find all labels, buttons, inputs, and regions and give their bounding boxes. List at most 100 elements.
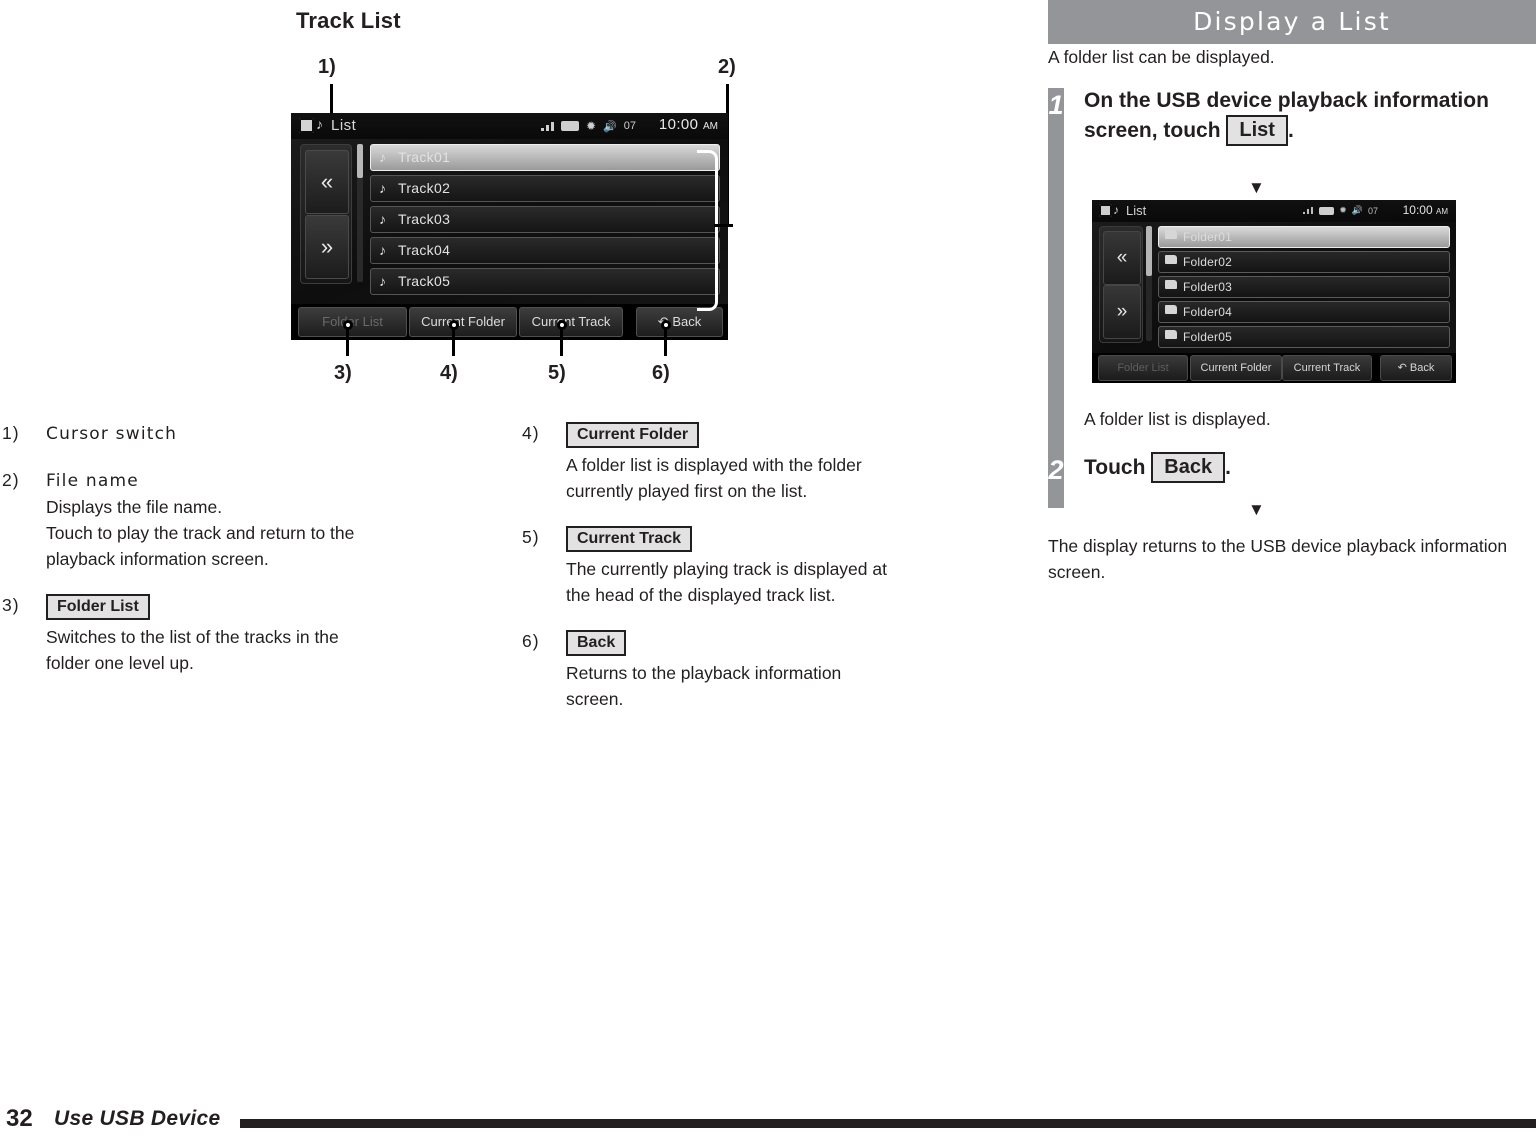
scroll-up-button[interactable]: « [1103, 231, 1141, 285]
list-item[interactable]: Folder01 [1158, 226, 1450, 248]
step-number-2: 2 [1048, 453, 1064, 487]
figure-area: Track List 1) 2) ♪ List ✹ 🔊 07 10:00 AM [0, 0, 1030, 1143]
item-content: Folder List Switches to the list of the … [46, 592, 502, 676]
footer-rule [240, 1119, 1536, 1128]
explanation-item: 2) File name Displays the file name. Tou… [2, 467, 502, 572]
step-2-text: Touch [1084, 456, 1146, 479]
back-button[interactable]: ↶ Back [636, 307, 723, 337]
signal-icon [1303, 207, 1315, 214]
keycap-list[interactable]: List [1226, 115, 1288, 146]
back-arrow-icon: ↶ [1397, 362, 1407, 374]
leader-line-5 [560, 328, 563, 356]
list-item-label: Track03 [398, 211, 451, 227]
item-desc-line: playback information screen. [46, 549, 269, 569]
list-item[interactable]: Folder04 [1158, 301, 1450, 323]
music-note-icon: ♪ [379, 273, 386, 289]
scrollbar-thumb[interactable] [1146, 226, 1152, 276]
list-item[interactable]: Folder05 [1158, 326, 1450, 348]
item-content: Cursor switch [46, 420, 502, 447]
item-number: 4) [522, 423, 540, 443]
item-desc-line: The currently playing track is displayed… [566, 559, 887, 579]
list-item[interactable]: Folder02 [1158, 251, 1450, 273]
item-desc-line: Displays the file name. [46, 497, 223, 517]
list-item[interactable]: ♪ Track03 [370, 206, 720, 233]
screen-body: « » Folder01 Folder02 Folder03 Folder04 … [1092, 222, 1456, 353]
step-1-title: On the USB device playback information s… [1084, 86, 1536, 146]
back-button[interactable]: ↶ Back [1380, 355, 1452, 381]
list-item[interactable]: ♪ Track01 [370, 144, 720, 171]
scroll-down-button[interactable]: » [1103, 285, 1141, 339]
screen-body: « » ♪ Track01 ♪ Track02 ♪ Track03 ♪ Trac… [291, 139, 728, 304]
item-number: 2) [2, 470, 20, 490]
callout-bracket-2 [697, 150, 718, 311]
current-folder-button[interactable]: Current Folder [409, 307, 517, 337]
step-2-result: The display returns to the USB device pl… [1048, 536, 1508, 582]
folder-list: Folder01 Folder02 Folder03 Folder04 Fold… [1158, 226, 1450, 351]
step-rail [1048, 88, 1064, 508]
clock: 10:00 AM [1403, 203, 1448, 217]
keycap-current-folder[interactable]: Current Folder [566, 422, 700, 448]
current-folder-button[interactable]: Current Folder [1190, 355, 1282, 381]
list-item-label: Track05 [398, 273, 451, 289]
current-track-button[interactable]: Current Track [1282, 355, 1372, 381]
procedure-column: Display a List A folder list can be disp… [1048, 0, 1536, 1143]
item-desc-line: Switches to the list of the tracks in th… [46, 627, 339, 647]
folder-list-button[interactable]: Folder List [1098, 355, 1188, 381]
scrollbar[interactable] [357, 144, 363, 282]
item-number: 3) [2, 595, 20, 615]
callout-label-5: 5) [548, 362, 566, 384]
cursor-switch[interactable]: « » [1099, 226, 1143, 343]
folder-icon [1165, 255, 1177, 264]
list-item-label: Track04 [398, 242, 451, 258]
explanation-item: 1) Cursor switch [2, 420, 502, 447]
back-button-label: Back [1409, 362, 1435, 374]
current-track-button[interactable]: Current Track [519, 307, 623, 337]
back-button-label: Back [672, 314, 702, 329]
callout-label-1: 1) [318, 56, 336, 78]
status-icons: ✹ 🔊 07 [1303, 205, 1378, 216]
callout-label-4: 4) [440, 362, 458, 384]
status-bar: ♪ List ✹ 🔊 07 10:00 AM [291, 113, 728, 140]
bluetooth-icon: ✹ [1339, 205, 1347, 215]
item-desc-line: A folder list is displayed with the fold… [566, 455, 862, 475]
keycap-back[interactable]: Back [566, 630, 627, 656]
section-header: Display a List [1048, 0, 1536, 44]
volume-icon: 🔊 [603, 120, 617, 133]
flow-arrow-1: ▼ [1248, 178, 1265, 197]
step-1-body: On the USB device playback information s… [1084, 86, 1536, 146]
clock-ampm: AM [703, 121, 718, 132]
signal-icon [540, 121, 554, 131]
page-footer: 32 Use USB Device [0, 1095, 1536, 1143]
list-item[interactable]: ♪ Track04 [370, 237, 720, 264]
status-icons: ✹ 🔊 07 [540, 119, 636, 133]
step-1-period: . [1287, 119, 1294, 142]
item-desc-line: currently played first on the list. [566, 481, 808, 501]
scroll-down-button[interactable]: » [305, 215, 349, 279]
list-item[interactable]: Folder03 [1158, 276, 1450, 298]
item-content: Current Track The currently playing trac… [566, 524, 1022, 608]
folder-icon [1165, 280, 1177, 289]
cursor-switch[interactable]: « » [300, 144, 352, 284]
item-content: File name Displays the file name. Touch … [46, 467, 502, 572]
source-icon [1099, 204, 1112, 217]
callout-label-6: 6) [652, 362, 670, 384]
keycap-back-step[interactable]: Back [1151, 452, 1226, 483]
scrollbar[interactable] [1146, 226, 1152, 341]
screen-title: List [331, 117, 357, 134]
scroll-up-button[interactable]: « [305, 150, 349, 214]
callout-label-2: 2) [718, 56, 736, 78]
scrollbar-thumb[interactable] [357, 144, 363, 178]
page-number: 32 [6, 1105, 33, 1132]
list-item[interactable]: ♪ Track02 [370, 175, 720, 202]
explanation-item: 6) Back Returns to the playback informat… [522, 628, 1022, 712]
figure-title: Track List [296, 8, 401, 33]
music-note-icon: ♪ [379, 149, 386, 165]
callout-bracket-2-stem [714, 224, 733, 227]
keycap-current-track[interactable]: Current Track [566, 526, 693, 552]
screen-title: List [1126, 203, 1147, 218]
item-term: File name [46, 471, 139, 491]
list-item[interactable]: ♪ Track05 [370, 268, 720, 295]
track-list-screenshot: ♪ List ✹ 🔊 07 10:00 AM « » ♪ Track01 ♪ T… [291, 113, 728, 340]
folder-icon [1165, 330, 1177, 339]
keycap-folder-list[interactable]: Folder List [46, 594, 150, 620]
